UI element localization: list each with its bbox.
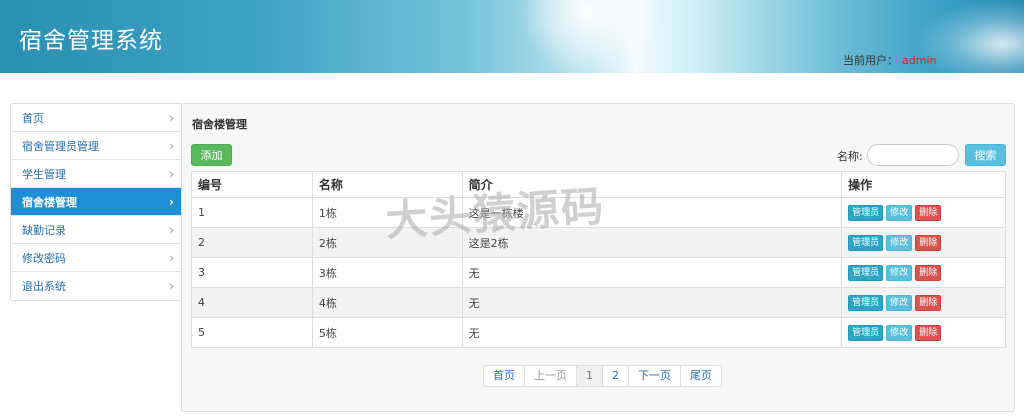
table-row: 5 5栋 无 管理员 修改 删除 xyxy=(191,317,1006,348)
table-row: 1 1栋 这是一栋楼 管理员 修改 删除 xyxy=(191,197,1006,228)
cell-actions: 管理员 修改 删除 xyxy=(841,257,1006,288)
current-user-info: 当前用户： admin xyxy=(843,52,936,68)
cell-actions: 管理员 修改 删除 xyxy=(841,227,1006,258)
sidebar-item-label: 学生管理 xyxy=(22,167,66,181)
manager-button[interactable]: 管理员 xyxy=(848,204,884,221)
cell-id: 3 xyxy=(191,257,313,288)
manager-button[interactable]: 管理员 xyxy=(848,234,884,251)
search-input[interactable] xyxy=(867,144,959,166)
pagination-next[interactable]: 下一页 xyxy=(629,366,681,386)
delete-button[interactable]: 删除 xyxy=(915,324,942,341)
cell-description: 无 xyxy=(461,257,843,288)
app-header: 宿舍管理系统 当前用户： admin xyxy=(0,0,1024,73)
search-button[interactable]: 搜索 xyxy=(965,144,1006,166)
edit-button[interactable]: 修改 xyxy=(886,234,913,251)
pagination-prev: 上一页 xyxy=(525,366,577,386)
delete-button[interactable]: 删除 xyxy=(915,264,942,281)
sidebar-item-home[interactable]: 首页 › xyxy=(11,104,182,132)
sidebar-item-absence-records[interactable]: 缺勤记录 › xyxy=(11,216,182,244)
sidebar-item-label: 退出系统 xyxy=(22,280,66,293)
chevron-right-icon: › xyxy=(169,194,174,209)
sidebar-item-building-admin[interactable]: 宿舍楼管理 › xyxy=(11,188,182,216)
cell-name: 1栋 xyxy=(311,197,463,228)
cell-description: 无 xyxy=(461,287,843,318)
add-button[interactable]: 添加 xyxy=(191,144,232,166)
sidebar-item-student-admin[interactable]: 学生管理 › xyxy=(11,160,182,188)
delete-button[interactable]: 删除 xyxy=(915,234,942,251)
sidebar-item-label: 修改密码 xyxy=(22,251,66,265)
cell-name: 3栋 xyxy=(311,257,463,288)
column-header-name: 名称 xyxy=(311,171,463,198)
sidebar-item-label: 宿舍管理员管理 xyxy=(22,139,99,153)
chevron-right-icon: › xyxy=(169,250,174,265)
pagination-first[interactable]: 首页 xyxy=(484,366,525,386)
cell-name: 4栋 xyxy=(311,287,463,318)
chevron-right-icon: › xyxy=(169,222,174,237)
column-header-description: 简介 xyxy=(461,171,843,198)
pagination-page-1: 1 xyxy=(577,366,603,386)
delete-button[interactable]: 删除 xyxy=(915,294,942,311)
manager-button[interactable]: 管理员 xyxy=(848,324,884,341)
building-table: 编号 名称 简介 操作 1 1栋 这是一栋楼 管理员 修改 删除 2 2栋 这是2栋… xyxy=(191,171,1006,348)
cell-description: 这是一栋楼 xyxy=(461,197,843,228)
edit-button[interactable]: 修改 xyxy=(886,324,913,341)
table-row: 4 4栋 无 管理员 修改 删除 xyxy=(191,287,1006,318)
table-row: 2 2栋 这是2栋 管理员 修改 删除 xyxy=(191,227,1006,258)
cell-actions: 管理员 修改 删除 xyxy=(841,317,1006,348)
pagination-last[interactable]: 尾页 xyxy=(681,366,721,386)
cell-description: 这是2栋 xyxy=(461,227,843,258)
cell-id: 4 xyxy=(191,287,313,318)
sidebar-item-logout[interactable]: 退出系统 › xyxy=(11,272,182,300)
pagination: 首页 上一页 1 2 下一页 尾页 xyxy=(483,365,722,387)
main-panel: 宿舍楼管理 添加 名称: 搜索 编号 名称 简介 操作 1 1栋 这是一栋楼 管… xyxy=(181,103,1015,412)
table-row: 3 3栋 无 管理员 修改 删除 xyxy=(191,257,1006,288)
manager-button[interactable]: 管理员 xyxy=(848,264,884,281)
header-sun-glow xyxy=(520,0,660,73)
edit-button[interactable]: 修改 xyxy=(886,264,913,281)
manager-button[interactable]: 管理员 xyxy=(848,294,884,311)
chevron-right-icon: › xyxy=(169,110,174,125)
column-header-id: 编号 xyxy=(191,171,313,198)
sidebar-item-label: 首页 xyxy=(22,111,44,125)
search-label: 名称: xyxy=(837,150,863,163)
cell-id: 2 xyxy=(191,227,313,258)
sidebar-item-label: 宿舍楼管理 xyxy=(22,195,77,209)
chevron-right-icon: › xyxy=(169,138,174,153)
cell-name: 2栋 xyxy=(311,227,463,258)
sidebar-item-dorm-manager-admin[interactable]: 宿舍管理员管理 › xyxy=(11,132,182,160)
sidebar-item-label: 缺勤记录 xyxy=(22,223,66,237)
chevron-right-icon: › xyxy=(169,166,174,181)
cell-id: 5 xyxy=(191,317,313,348)
cell-actions: 管理员 修改 删除 xyxy=(841,287,1006,318)
current-user-name[interactable]: admin xyxy=(902,54,936,67)
page-title: 宿舍楼管理 xyxy=(192,118,247,131)
app-title: 宿舍管理系统 xyxy=(19,28,163,54)
pagination-page-2[interactable]: 2 xyxy=(603,366,629,386)
cell-actions: 管理员 修改 删除 xyxy=(841,197,1006,228)
cell-name: 5栋 xyxy=(311,317,463,348)
chevron-right-icon: › xyxy=(169,279,174,293)
sidebar-item-change-password[interactable]: 修改密码 › xyxy=(11,244,182,272)
table-header-row: 编号 名称 简介 操作 xyxy=(191,171,1006,198)
current-user-label: 当前用户： xyxy=(843,54,898,67)
cell-description: 无 xyxy=(461,317,843,348)
cell-id: 1 xyxy=(191,197,313,228)
delete-button[interactable]: 删除 xyxy=(915,204,942,221)
edit-button[interactable]: 修改 xyxy=(886,204,913,221)
sidebar-nav: 首页 › 宿舍管理员管理 › 学生管理 › 宿舍楼管理 › 缺勤记录 › 修改密… xyxy=(10,103,183,301)
edit-button[interactable]: 修改 xyxy=(886,294,913,311)
column-header-actions: 操作 xyxy=(841,171,1006,198)
